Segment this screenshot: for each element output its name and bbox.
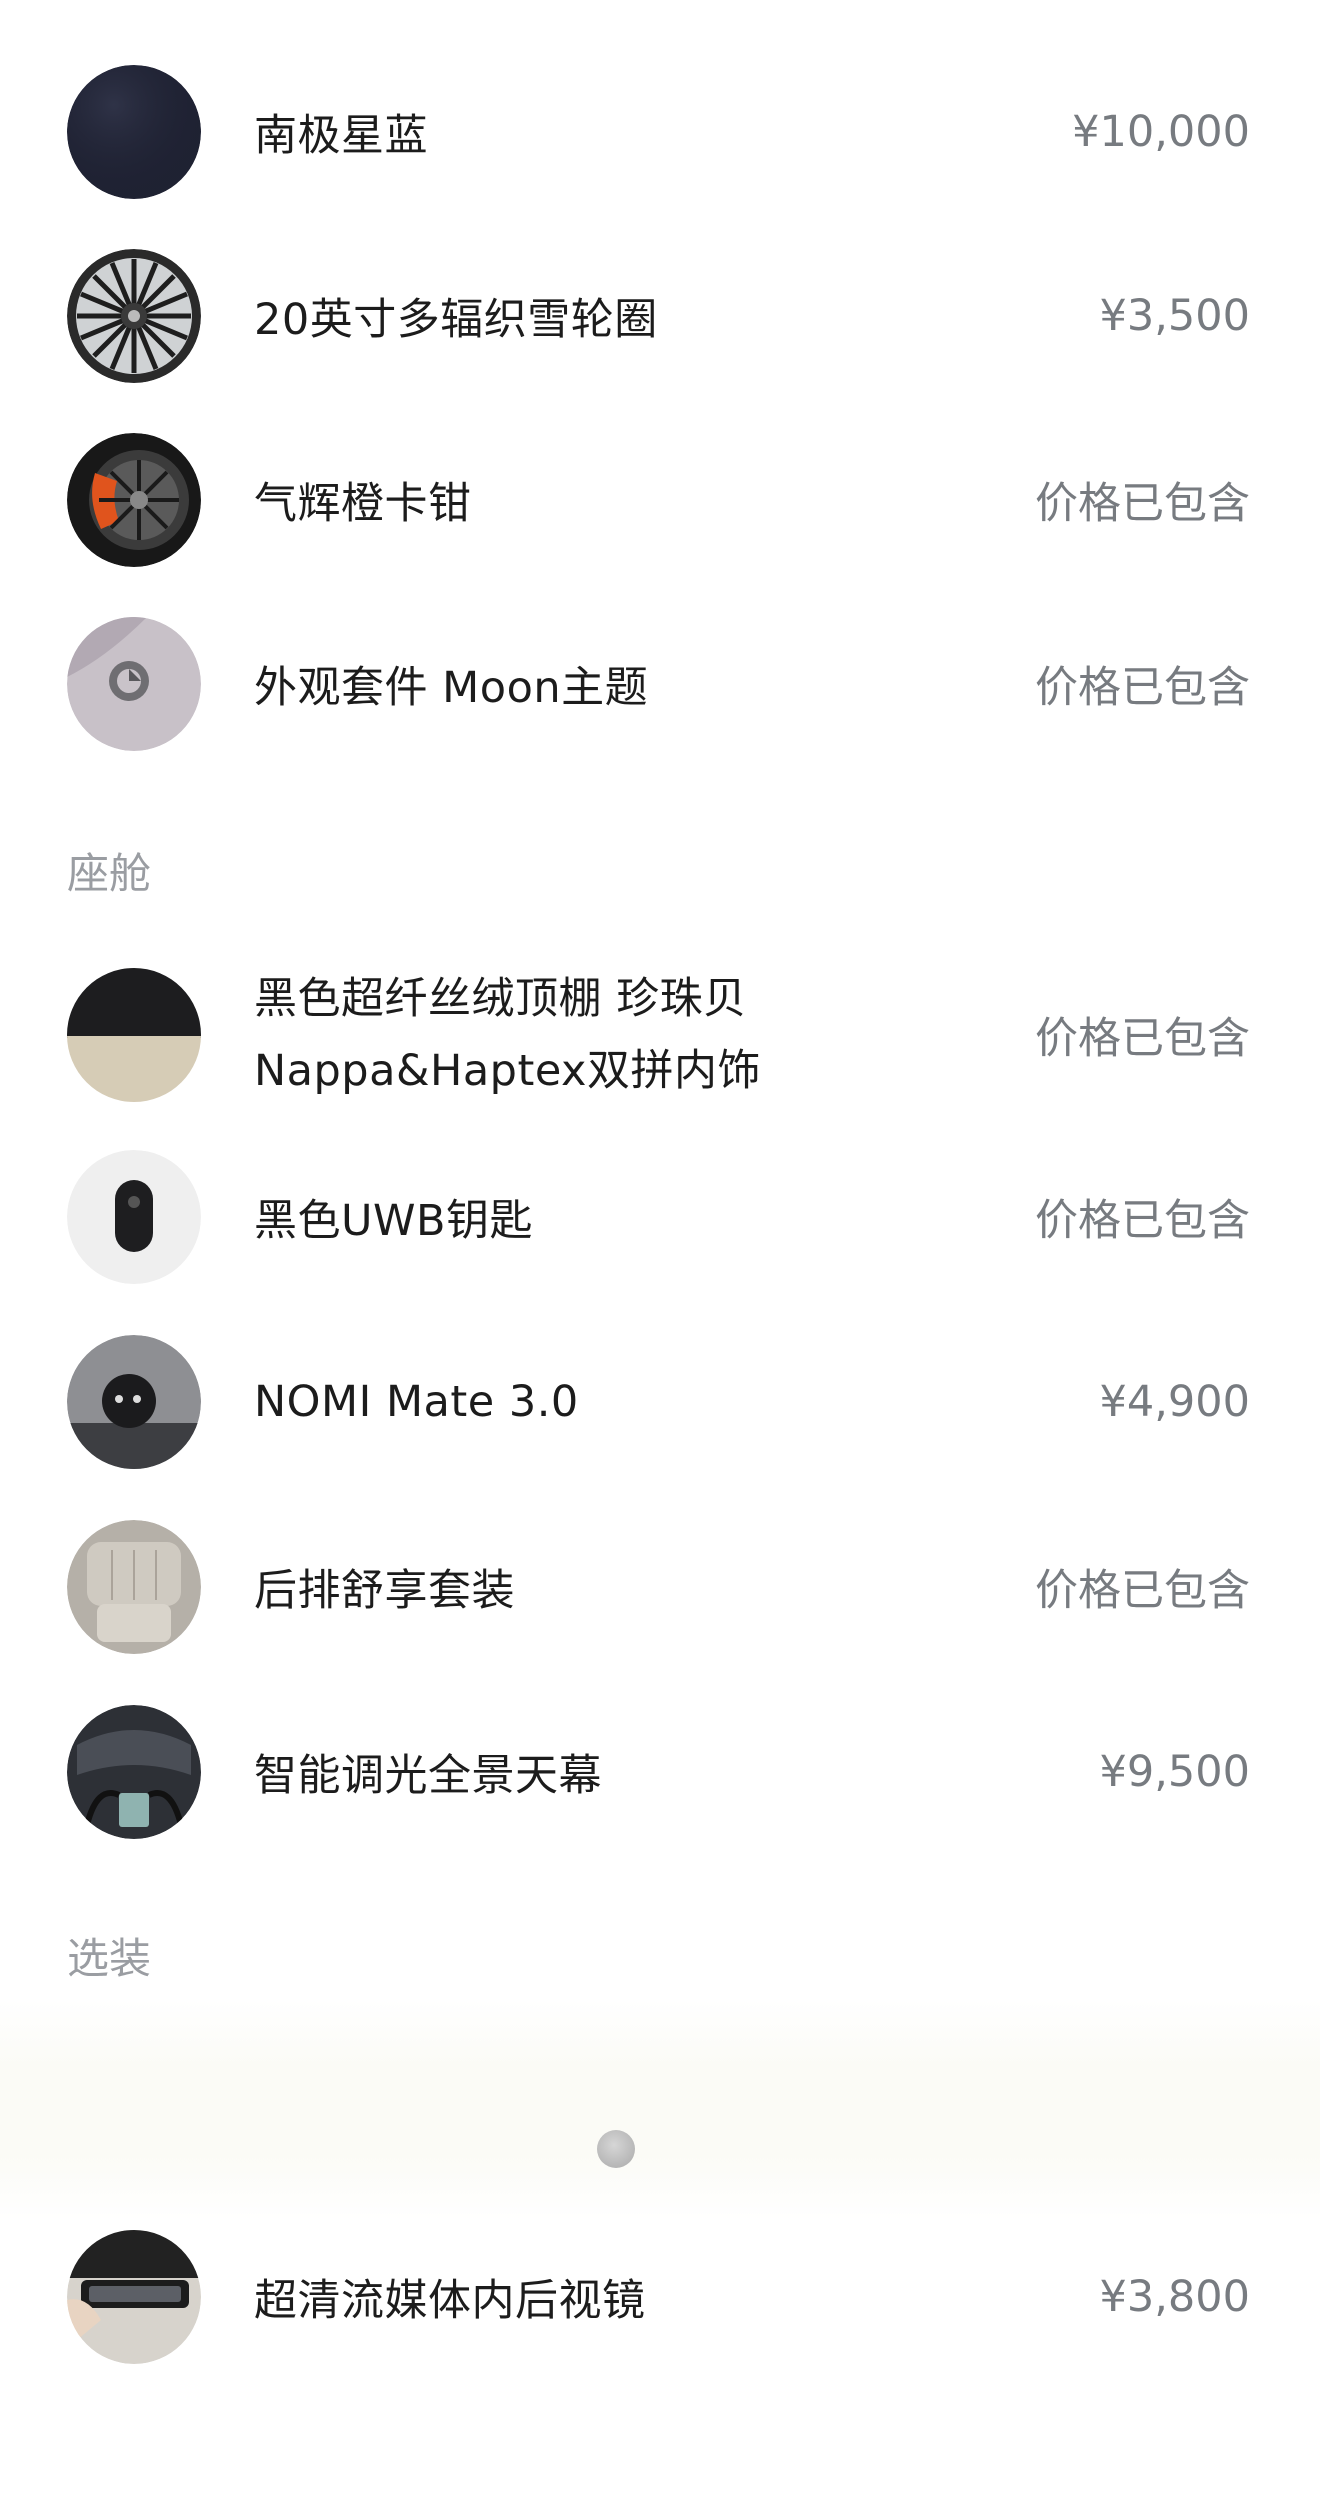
item-name-line2: Nappa&Haptex双拼内饰 xyxy=(254,1046,761,1096)
item-name: 南极星蓝 xyxy=(254,111,428,161)
list-item-exterior-kit[interactable]: 外观套件 Moon主题 价格已包含 xyxy=(0,592,1320,776)
list-item-wheel[interactable]: 20英寸多辐织雪轮圈 ¥3,500 xyxy=(0,224,1320,408)
rear-seat-icon xyxy=(67,1520,201,1654)
list-item-interior[interactable]: 黑色超纤丝绒顶棚 珍珠贝 Nappa&Haptex双拼内饰 价格已包含 xyxy=(0,935,1320,1135)
divider-band xyxy=(0,2000,1320,2220)
list-item-rearview-mirror[interactable]: 超清流媒体内后视镜 ¥3,800 xyxy=(0,2205,1320,2389)
page-indicator-dot xyxy=(597,2130,635,2168)
rearview-mirror-icon xyxy=(67,2230,201,2364)
item-price: 价格已包含 xyxy=(1035,1014,1250,1064)
item-name: 20英寸多辐织雪轮圈 xyxy=(254,295,658,345)
item-name: 超清流媒体内后视镜 xyxy=(254,2276,646,2326)
section-title-cabin: 座舱 xyxy=(67,849,152,898)
nomi-robot-icon xyxy=(67,1335,201,1469)
item-name-line1: 黑色超纤丝绒顶棚 珍珠贝 xyxy=(254,974,747,1024)
key-fob-icon xyxy=(67,1150,201,1284)
exterior-kit-icon xyxy=(67,617,201,751)
item-name: 黑色UWB钥匙 xyxy=(254,1196,533,1246)
interior-swatch-icon xyxy=(67,968,201,1102)
item-name: 外观套件 Moon主题 xyxy=(254,663,649,713)
paint-swatch-icon xyxy=(67,65,201,199)
item-price: 价格已包含 xyxy=(1035,663,1250,713)
wheel-icon xyxy=(67,249,201,383)
list-item-key[interactable]: 黑色UWB钥匙 价格已包含 xyxy=(0,1125,1320,1309)
item-price: 价格已包含 xyxy=(1035,1566,1250,1616)
item-price: 价格已包含 xyxy=(1035,479,1250,529)
item-name: 气辉橙卡钳 xyxy=(254,479,472,529)
item-price: ¥3,800 xyxy=(1099,2272,1250,2322)
item-name: 黑色超纤丝绒顶棚 珍珠贝 Nappa&Haptex双拼内饰 xyxy=(254,935,761,1135)
item-price: ¥4,900 xyxy=(1099,1377,1250,1427)
item-name: 后排舒享套装 xyxy=(254,1566,515,1616)
item-price: 价格已包含 xyxy=(1035,1196,1250,1246)
caliper-icon xyxy=(67,433,201,567)
item-name: 智能调光全景天幕 xyxy=(254,1751,602,1801)
item-price: ¥10,000 xyxy=(1072,107,1250,157)
item-price: ¥9,500 xyxy=(1099,1747,1250,1797)
item-price: ¥3,500 xyxy=(1099,291,1250,341)
list-item-caliper[interactable]: 气辉橙卡钳 价格已包含 xyxy=(0,408,1320,592)
list-item-panoramic-roof[interactable]: 智能调光全景天幕 ¥9,500 xyxy=(0,1680,1320,1864)
list-item-paint[interactable]: 南极星蓝 ¥10,000 xyxy=(0,40,1320,224)
item-name: NOMI Mate 3.0 xyxy=(254,1377,579,1427)
panoramic-roof-icon xyxy=(67,1705,201,1839)
list-item-nomi[interactable]: NOMI Mate 3.0 ¥4,900 xyxy=(0,1310,1320,1494)
list-item-rear-seat[interactable]: 后排舒享套装 价格已包含 xyxy=(0,1495,1320,1679)
section-title-options: 选装 xyxy=(67,1934,152,1983)
